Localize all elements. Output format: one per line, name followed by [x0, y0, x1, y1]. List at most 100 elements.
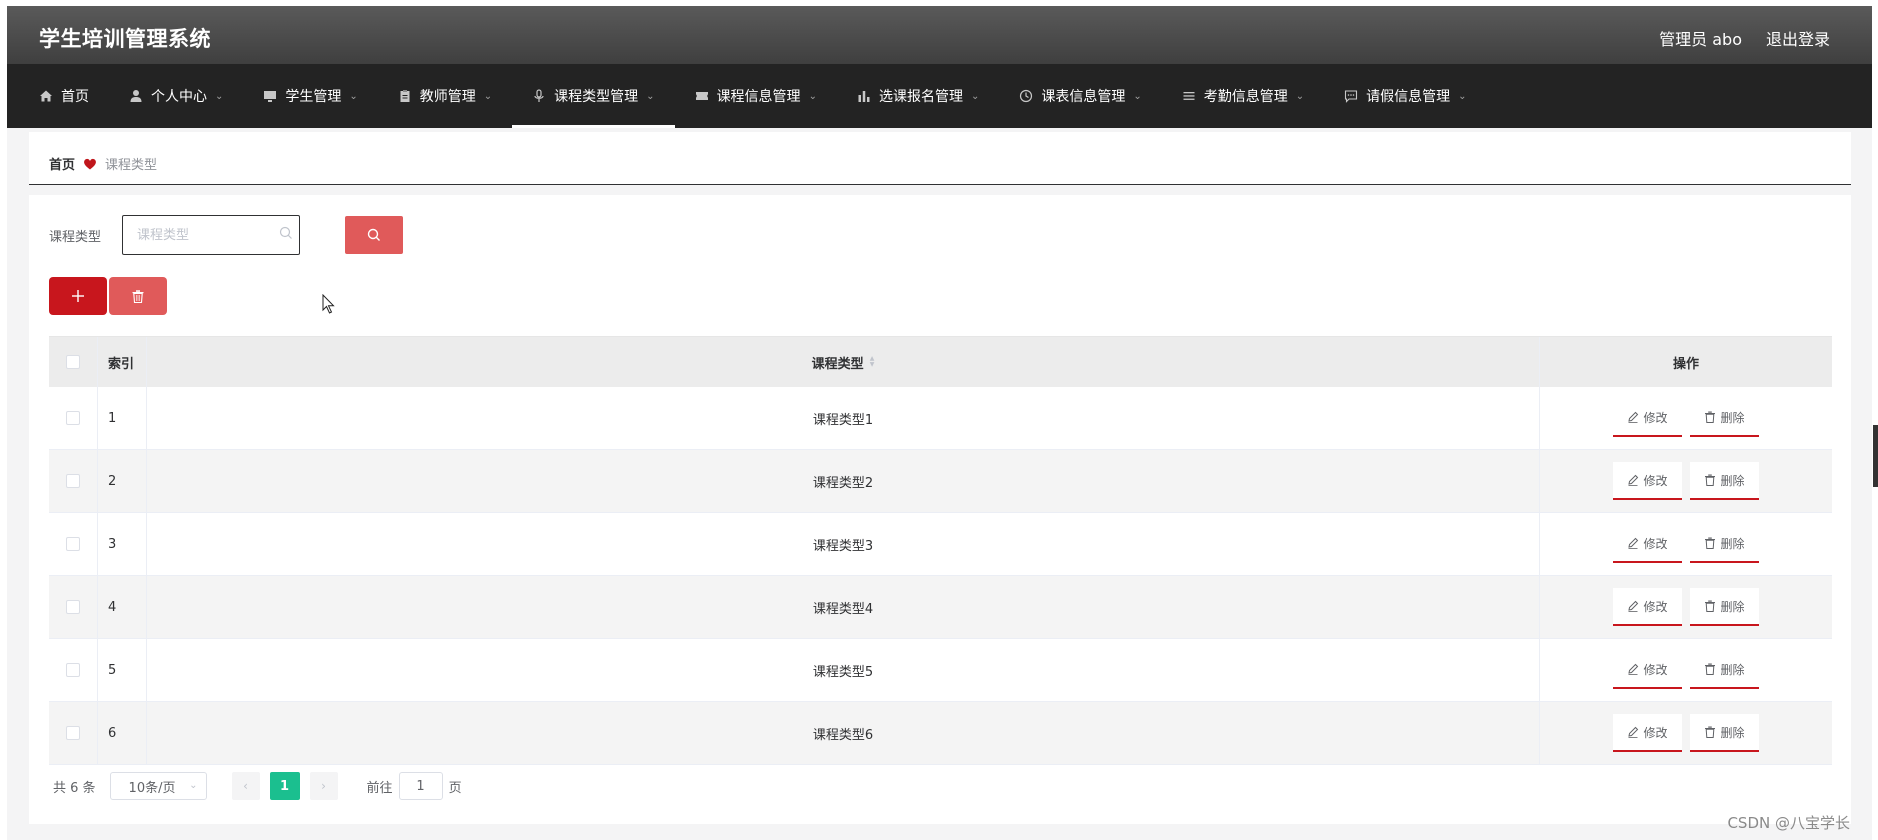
edit-button[interactable]: 修改 — [1613, 651, 1682, 689]
home-icon — [40, 90, 52, 102]
edit-label: 修改 — [1643, 662, 1668, 677]
edit-button[interactable]: 修改 — [1613, 462, 1682, 500]
delete-button[interactable]: 删除 — [1690, 651, 1759, 689]
row-checkbox[interactable] — [66, 663, 80, 677]
row-type: 课程类型5 — [147, 639, 1540, 701]
row-actions: 修改 删除 — [1540, 702, 1832, 764]
search-button[interactable] — [345, 216, 403, 254]
ticket-icon — [695, 92, 708, 100]
row-select[interactable] — [49, 702, 98, 764]
nav-item-students[interactable]: 学生管理 ⌄ — [243, 64, 377, 128]
goto-page-input[interactable] — [398, 772, 443, 800]
watermark: CSDN @八宝学长 — [1727, 814, 1850, 832]
delete-label: 删除 — [1720, 599, 1745, 614]
user-icon — [130, 90, 142, 102]
delete-button[interactable]: 删除 — [1690, 588, 1759, 626]
row-select[interactable] — [49, 450, 98, 512]
row-index: 5 — [98, 639, 147, 701]
chevron-down-icon: ⌄ — [970, 90, 980, 102]
page-size-value: 10条/页 — [128, 780, 176, 796]
row-index: 1 — [98, 387, 147, 449]
user-label[interactable]: 管理员 abo — [1659, 26, 1742, 50]
row-checkbox[interactable] — [66, 474, 80, 488]
nav-item-home[interactable]: 首页 — [19, 64, 109, 128]
page-size-select[interactable]: 10条/页 ⌄ — [109, 772, 207, 800]
nav-item-schedule[interactable]: 课表信息管理 ⌄ — [999, 64, 1161, 128]
header-type[interactable]: 课程类型 ▲ ▼ — [147, 337, 1540, 387]
nav-item-course-types[interactable]: 课程类型管理 ⌄ — [512, 64, 675, 128]
nav-item-teachers[interactable]: 教师管理 ⌄ — [378, 64, 512, 128]
row-checkbox[interactable] — [66, 537, 80, 551]
nav-label: 个人中心 — [151, 89, 207, 105]
edit-button[interactable]: 修改 — [1613, 525, 1682, 563]
edit-icon — [1628, 537, 1639, 549]
nav-item-enrollment[interactable]: 选课报名管理 ⌄ — [837, 64, 999, 128]
heart-icon — [84, 158, 96, 169]
nav-item-course-info[interactable]: 课程信息管理 ⌄ — [675, 64, 837, 128]
page-goto: 前往 页 — [367, 772, 462, 800]
table-row: 5 课程类型5 修改 删除 — [49, 639, 1832, 702]
edit-label: 修改 — [1643, 410, 1668, 425]
header-index: 索引 — [98, 337, 147, 387]
course-type-table: 索引 课程类型 ▲ ▼ 操作 1 课程类型1 修改 删除 2 课程类型2 修改 … — [49, 336, 1832, 765]
clock-icon — [1020, 89, 1033, 103]
row-checkbox[interactable] — [66, 726, 80, 740]
header-type-label: 课程类型 — [811, 356, 864, 372]
nav-label: 请假信息管理 — [1366, 89, 1451, 105]
table-row: 6 课程类型6 修改 删除 — [49, 702, 1832, 765]
prev-page-button[interactable]: ‹ — [231, 772, 260, 800]
delete-label: 删除 — [1720, 662, 1745, 677]
table-row: 4 课程类型4 修改 删除 — [49, 576, 1832, 639]
chevron-down-icon: ⌄ — [808, 90, 817, 102]
add-button[interactable] — [49, 277, 107, 315]
nav-label: 课程信息管理 — [716, 89, 801, 105]
section-gap — [29, 185, 1851, 195]
edit-button[interactable]: 修改 — [1613, 588, 1682, 626]
chevron-down-icon: ⌄ — [1458, 90, 1467, 102]
sort-icon[interactable]: ▲ ▼ — [870, 356, 875, 368]
chevron-down-icon: ⌄ — [215, 90, 224, 102]
row-select[interactable] — [49, 513, 98, 575]
row-select[interactable] — [49, 639, 98, 701]
main-nav: 首页 个人中心 ⌄ 学生管理 ⌄ 教师管理 ⌄ 课程类型管理 ⌄ 课程信息管理 … — [7, 64, 1872, 128]
bar-chart-icon — [858, 91, 870, 102]
row-actions: 修改 删除 — [1540, 450, 1832, 512]
edit-icon — [1628, 600, 1639, 612]
row-checkbox[interactable] — [66, 411, 80, 425]
row-actions: 修改 删除 — [1540, 387, 1832, 449]
page-scrollbar[interactable] — [1873, 425, 1878, 487]
chevron-down-icon: ⌄ — [349, 90, 358, 102]
page-number-current[interactable]: 1 — [269, 772, 300, 800]
chevron-down-icon: ⌄ — [646, 90, 655, 102]
delete-button[interactable]: 删除 — [1690, 399, 1759, 437]
delete-button[interactable]: 删除 — [1690, 525, 1759, 563]
row-select[interactable] — [49, 576, 98, 638]
search-icon — [279, 226, 292, 239]
row-type: 课程类型2 — [147, 450, 1540, 512]
nav-item-profile[interactable]: 个人中心 ⌄ — [109, 64, 243, 128]
batch-delete-button[interactable] — [109, 277, 167, 315]
delete-button[interactable]: 删除 — [1690, 462, 1759, 500]
edit-button[interactable]: 修改 — [1613, 399, 1682, 437]
next-page-button[interactable]: › — [309, 772, 338, 800]
nav-item-leave[interactable]: 请假信息管理 ⌄ — [1324, 64, 1486, 128]
row-actions: 修改 删除 — [1540, 576, 1832, 638]
clipboard-icon — [400, 90, 410, 102]
edit-label: 修改 — [1643, 599, 1668, 614]
row-select[interactable] — [49, 387, 98, 449]
row-actions: 修改 删除 — [1540, 639, 1832, 701]
edit-button[interactable]: 修改 — [1613, 714, 1682, 752]
chevron-down-icon: ⌄ — [189, 780, 198, 791]
row-checkbox[interactable] — [66, 600, 80, 614]
row-type: 课程类型4 — [147, 576, 1540, 638]
nav-label: 首页 — [61, 89, 89, 105]
logout-button[interactable]: 退出登录 — [1766, 26, 1830, 50]
search-input[interactable] — [122, 215, 300, 255]
breadcrumb-home[interactable]: 首页 — [49, 154, 75, 173]
header-select-all[interactable] — [49, 337, 98, 387]
breadcrumb-current: 课程类型 — [105, 158, 158, 173]
delete-button[interactable]: 删除 — [1690, 714, 1759, 752]
nav-item-attendance[interactable]: 考勤信息管理 ⌄ — [1162, 64, 1324, 128]
select-all-checkbox[interactable] — [66, 355, 80, 369]
row-actions: 修改 删除 — [1540, 513, 1832, 575]
